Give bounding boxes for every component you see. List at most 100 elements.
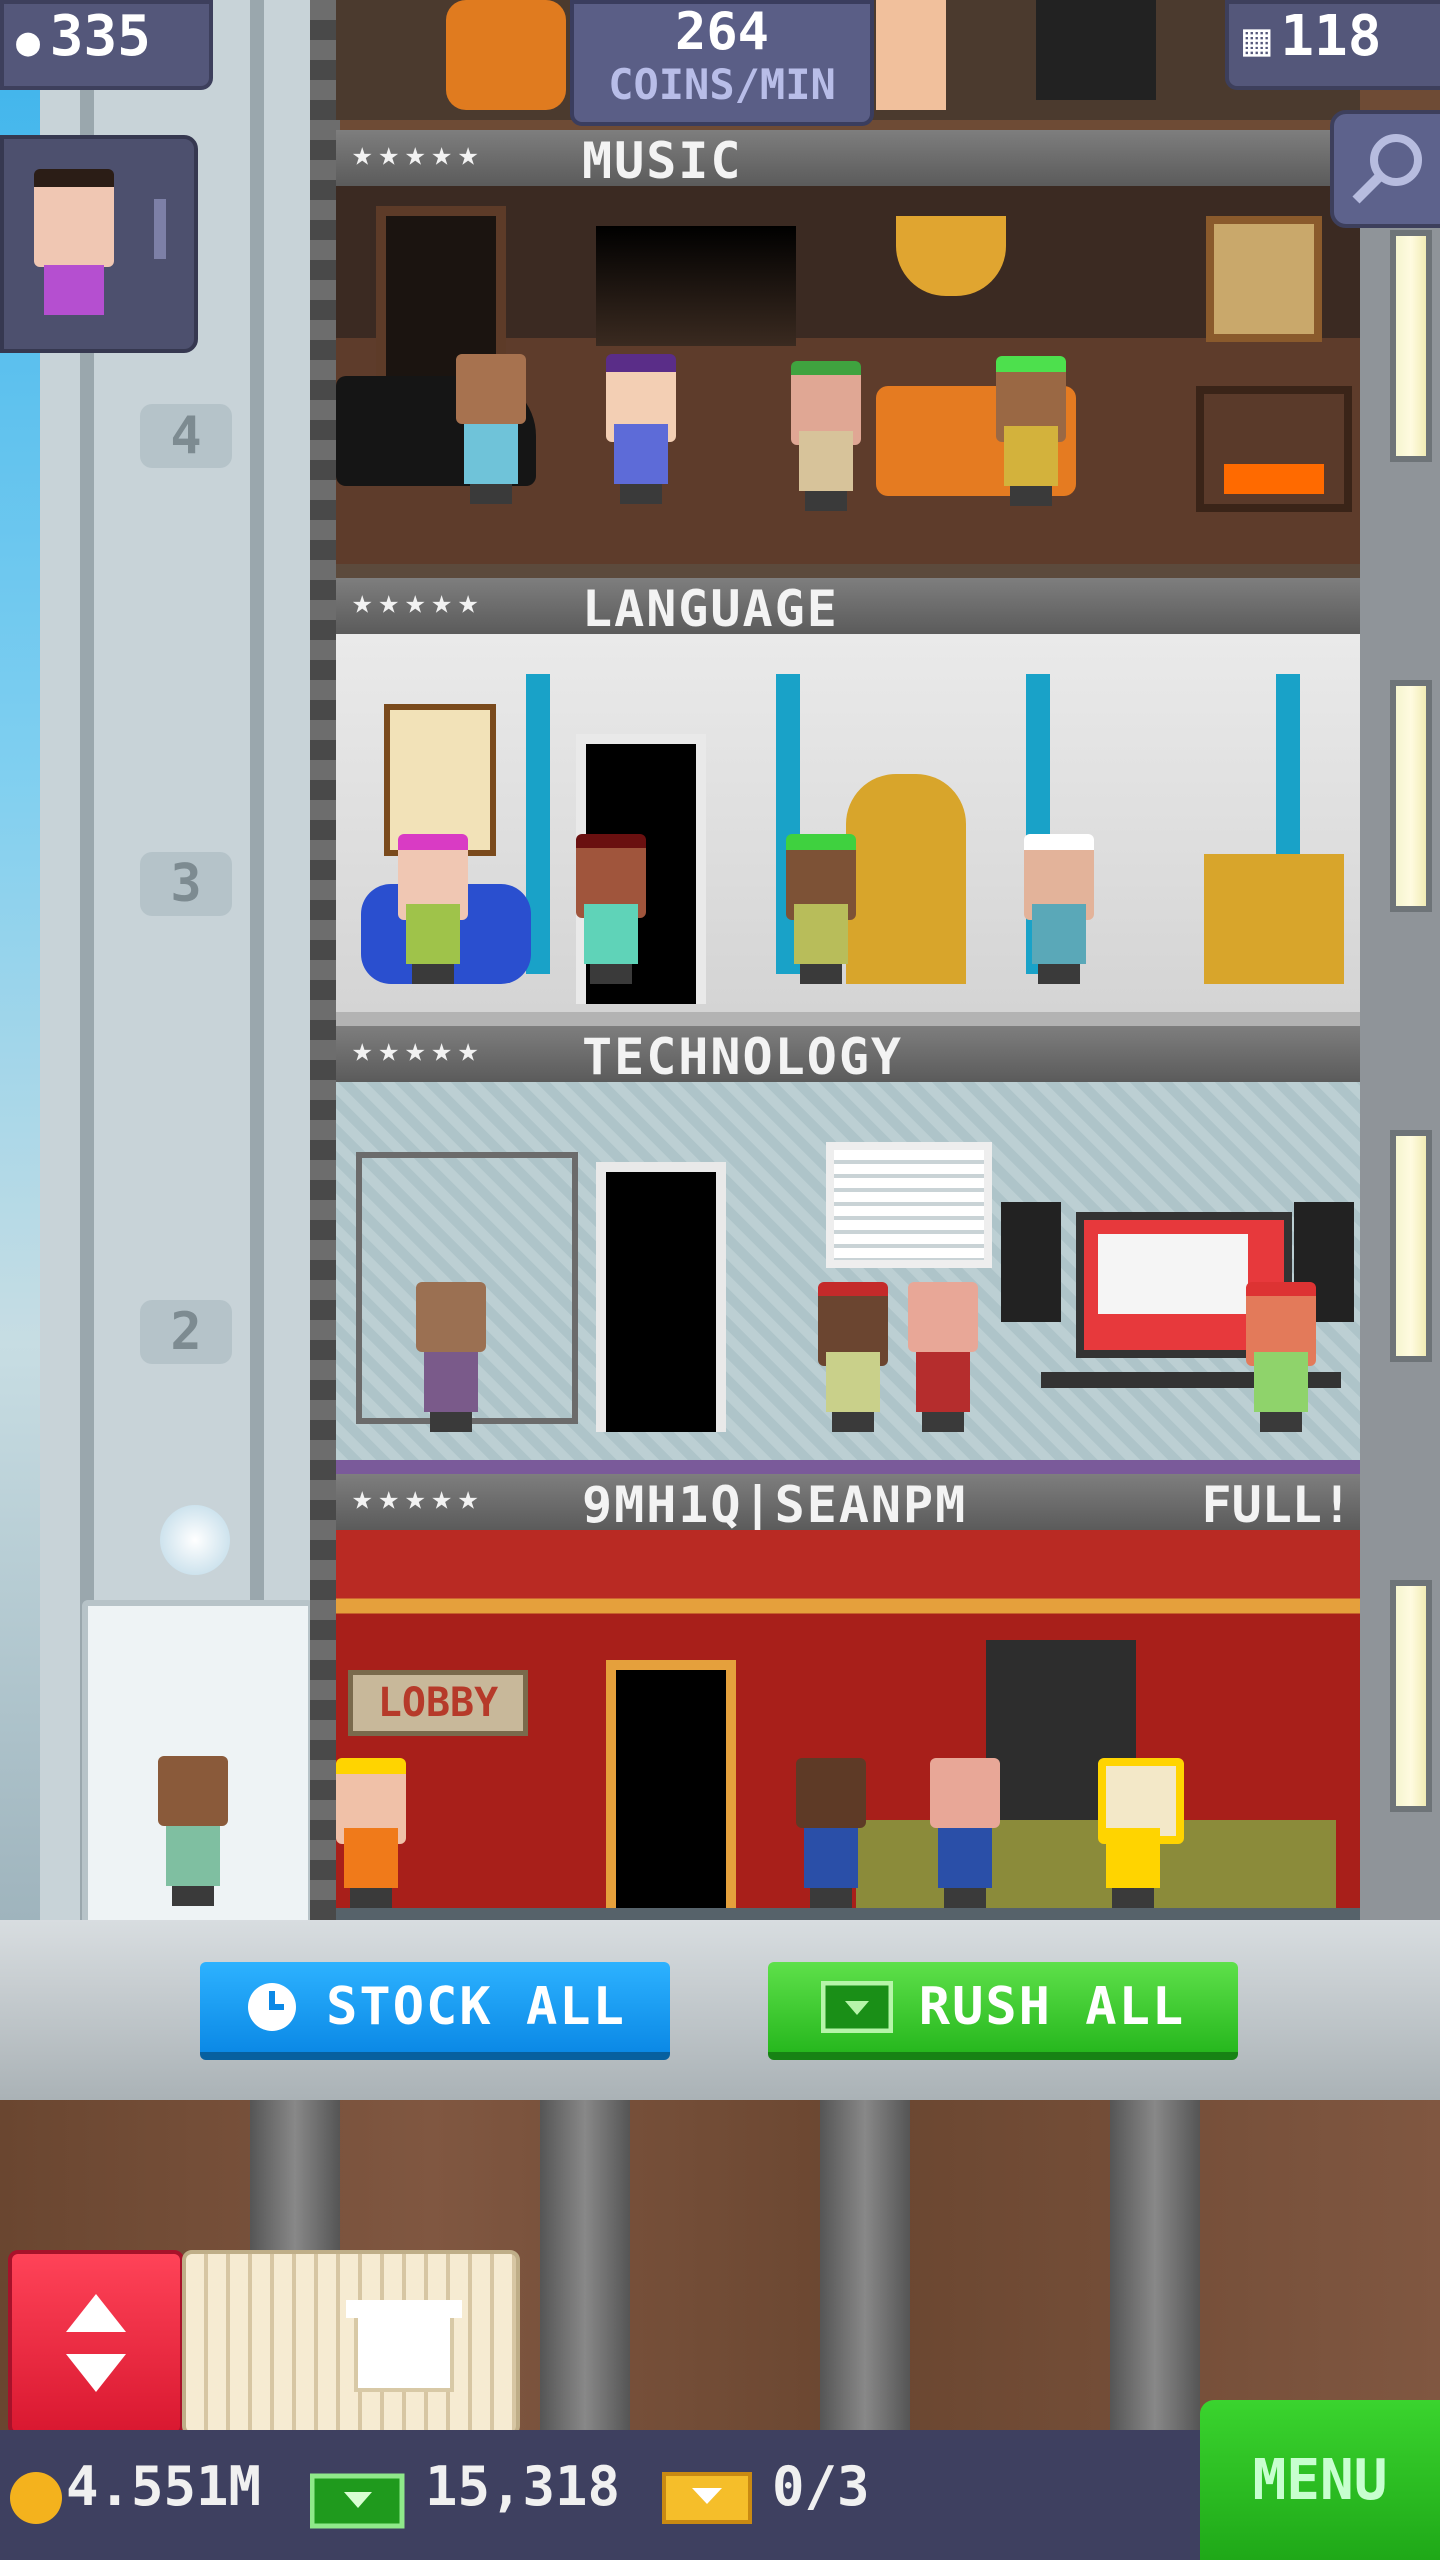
stock-all-label: STOCK ALL: [326, 1977, 626, 2037]
floor-header: ★★★★★ TECHNOLOGY: [336, 1026, 1360, 1086]
speaker-decor: [1001, 1202, 1061, 1322]
floor-full-status: FULL!: [1201, 1476, 1352, 1534]
resident[interactable]: [606, 354, 676, 504]
resident[interactable]: [908, 1282, 978, 1432]
floor-header: ★★★★★ LANGUAGE: [336, 578, 1360, 638]
menu-label: MENU: [1252, 2447, 1388, 2513]
rush-all-button[interactable]: RUSH ALL: [768, 1962, 1238, 2060]
person-icon: ●: [16, 19, 41, 65]
magnifier-icon: [1352, 134, 1422, 204]
income-value: 264: [675, 2, 769, 62]
resident[interactable]: [818, 1282, 888, 1432]
floor-count-value: 118: [1280, 4, 1382, 69]
clock-icon: [248, 1983, 297, 2031]
window-light: [1390, 1130, 1432, 1362]
floor-technology[interactable]: ★★★★★ TECHNOLOGY: [336, 1026, 1360, 1474]
floor-door: [596, 1162, 726, 1432]
population-value: 335: [49, 4, 151, 69]
painting-decor: [1206, 216, 1322, 342]
window-light: [1390, 1580, 1432, 1812]
visitor-body: [44, 265, 104, 315]
resident[interactable]: [796, 1758, 866, 1908]
resident[interactable]: [786, 834, 856, 984]
tickets-value: 0/3: [772, 2455, 870, 2518]
elevator-car[interactable]: [82, 1600, 314, 1930]
floor-language[interactable]: ★★★★★ LANGUAGE: [336, 578, 1360, 1026]
window-light: [1390, 230, 1432, 462]
floor-room: [336, 1082, 1360, 1462]
lobby-sign: LOBBY: [348, 1670, 528, 1736]
elevator-passenger[interactable]: [158, 1756, 228, 1906]
resident[interactable]: [456, 354, 526, 504]
armchair-decor: [446, 0, 566, 110]
floor-room: [336, 634, 1360, 1014]
resident[interactable]: [336, 1758, 406, 1908]
resident[interactable]: [1246, 1282, 1316, 1432]
floor-header: ★★★★★ MUSIC: [336, 130, 1360, 190]
floor-door: [606, 1660, 736, 1910]
income-unit: COINS/MIN: [608, 60, 836, 109]
income-display: 264 COINS/MIN: [570, 0, 874, 126]
floor-number-mark: 2: [140, 1300, 232, 1364]
floor-room: LOBBY: [336, 1530, 1360, 1910]
resident[interactable]: [930, 1758, 1000, 1908]
basement-pillar: [540, 2100, 630, 2430]
floor-stars: ★★★★★: [352, 1478, 485, 1518]
floor-base: [336, 1012, 1360, 1026]
floor-number-mark: 4: [140, 404, 232, 468]
ticket-icon: [662, 2472, 752, 2524]
coins-value: 4.551M: [66, 2455, 262, 2518]
elevator-lamp: [160, 1505, 230, 1575]
shrine-decor: [1204, 854, 1344, 984]
floor-number-mark: 3: [140, 852, 232, 916]
resident[interactable]: [791, 361, 861, 511]
population-counter[interactable]: ● 335: [0, 0, 213, 90]
floor-stars: ★★★★★: [352, 582, 485, 622]
bux-icon: [820, 1981, 893, 2033]
crate-icon: [346, 2300, 462, 2392]
floor-count-display[interactable]: ▦ 118: [1225, 0, 1440, 90]
floor-base: [336, 564, 1360, 578]
floor-name: MUSIC: [582, 132, 743, 190]
fireplace-arch-decor: [596, 226, 796, 346]
throne-decor: [846, 774, 966, 984]
blinds-window-decor: [826, 1142, 992, 1268]
floor-name: TECHNOLOGY: [582, 1028, 904, 1086]
resident-figure: [876, 0, 946, 110]
floors-icon: ▦: [1243, 12, 1271, 66]
search-button[interactable]: [1330, 110, 1440, 228]
floor-stars: ★★★★★: [352, 1030, 485, 1070]
resident[interactable]: [416, 1282, 486, 1432]
resident[interactable]: [1024, 834, 1094, 984]
basement-pillar: [1110, 2100, 1200, 2430]
rush-all-label: RUSH ALL: [918, 1977, 1186, 2037]
elevator-control-button[interactable]: [8, 2250, 184, 2436]
build-floor-button[interactable]: [182, 2250, 520, 2436]
hay-bales-decor: [856, 1820, 1336, 1910]
up-down-arrows-icon: [66, 2294, 126, 2392]
floor-room: [336, 186, 1360, 566]
resident[interactable]: [576, 834, 646, 984]
visitor-notification-button[interactable]: [0, 135, 198, 353]
floor-base: [336, 1460, 1360, 1474]
basement-pillar: [820, 2100, 910, 2430]
resident[interactable]: [1098, 1758, 1184, 1908]
floor-header: ★★★★★ 9MH1Q|SEANPM FULL!: [336, 1474, 1360, 1534]
floor-stars: ★★★★★: [352, 134, 485, 174]
floor-name: LANGUAGE: [582, 580, 839, 638]
window-light: [1390, 680, 1432, 912]
resident[interactable]: [398, 834, 468, 984]
hearth-decor: [1196, 386, 1352, 512]
visitor-avatar: [34, 169, 114, 267]
stock-all-button[interactable]: STOCK ALL: [200, 1962, 670, 2060]
tv-decor: [1036, 0, 1156, 100]
floor-lobby[interactable]: ★★★★★ 9MH1Q|SEANPM FULL! LOBBY: [336, 1474, 1360, 1922]
bux-icon: [310, 2473, 405, 2529]
floor-music[interactable]: ★★★★★ MUSIC: [336, 130, 1360, 578]
resident[interactable]: [996, 356, 1066, 506]
coin-icon: [10, 2472, 62, 2524]
menu-button[interactable]: MENU: [1200, 2400, 1440, 2560]
chandelier-decor: [896, 216, 1006, 296]
floor-name: 9MH1Q|SEANPM: [582, 1476, 968, 1534]
alert-mark-icon: [154, 199, 166, 259]
